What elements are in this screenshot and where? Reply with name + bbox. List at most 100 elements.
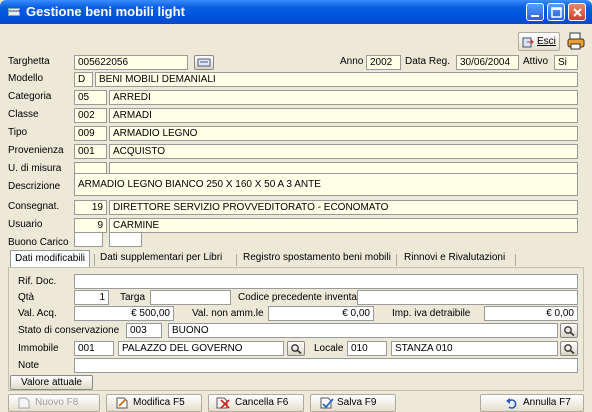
classe-desc-field[interactable]: ARMADI [109,108,578,123]
note-field[interactable] [74,358,578,373]
tipo-desc-field[interactable]: ARMADIO LEGNO [109,126,578,141]
targa-label: Targa [120,292,146,303]
usuario-code-field[interactable]: 9 [74,218,107,233]
annulla-button[interactable]: Annulla F7 [480,394,584,412]
immobile-code-field[interactable]: 001 [74,341,114,356]
immobile-search-button[interactable] [287,341,305,356]
consegnat-code-field[interactable]: 19 [74,200,107,215]
nuovo-button[interactable]: Nuovo F8 [8,394,100,412]
immobile-label: Immobile [18,343,59,354]
val-acq-field[interactable]: € 500,00 [74,306,174,321]
provenienza-label: Provenienza [8,145,64,156]
classe-code-field[interactable]: 002 [74,108,107,123]
imp-iva-label: Imp. iva detraibile [392,308,471,319]
modello-desc-field[interactable]: BENI MOBILI DEMANIALI [95,72,578,87]
search-icon [564,326,575,337]
anno-label: Anno [340,56,364,67]
rif-doc-label: Rif. Doc. [18,276,57,287]
print-button[interactable] [566,31,586,51]
title-bar[interactable]: ==== Gestione beni mobili light [0,0,592,24]
consegnat-desc-field[interactable]: DIRETTORE SERVIZIO PROVVEDITORATO - ECON… [109,200,578,215]
classe-label: Classe [8,109,39,120]
attivo-field[interactable]: Si [554,55,578,70]
tab-dati-modificabili[interactable]: Dati modificabili [10,250,91,268]
buono-carico-label: Buono Carico [8,237,69,248]
printer-icon [567,32,585,50]
codice-precedente-field[interactable] [357,290,578,305]
targhetta-lookup-button[interactable] [194,55,214,70]
modifica-button[interactable]: Modifica F5 [106,394,202,412]
minimize-button[interactable] [526,3,544,21]
locale-search-button[interactable] [560,341,578,356]
esci-button[interactable]: Esci [518,32,560,51]
targa-field[interactable] [150,290,231,305]
targhetta-label: Targhetta [8,56,50,67]
stato-conservazione-label: Stato di conservazione [18,325,120,336]
close-button[interactable] [568,3,586,21]
main-window: ==== Gestione beni mobili light Esci Tar… [0,0,592,412]
data-reg-label: Data Reg. [405,56,451,67]
descrizione-field[interactable]: ARMADIO LEGNO BIANCO 250 X 160 X 50 A 3 … [74,173,578,196]
stato-desc-field[interactable]: BUONO [168,323,558,338]
tipo-code-field[interactable]: 009 [74,126,107,141]
keyboard-icon [197,58,211,67]
categoria-code-field[interactable]: 05 [74,90,107,105]
data-reg-field[interactable]: 30/06/2004 [456,55,519,70]
qta-field[interactable]: 1 [74,290,109,305]
categoria-desc-field[interactable]: ARREDI [109,90,578,105]
anno-field[interactable]: 2002 [366,55,401,70]
search-icon [291,344,302,355]
tab-registro-spostamento[interactable]: Registro spostamento beni mobili [243,250,391,268]
cancella-button[interactable]: Cancella F6 [208,394,304,412]
consegnat-label: Consegnat. [8,201,60,212]
tab-divider [236,254,237,266]
undo-icon [506,398,517,409]
salva-button[interactable]: Salva F9 [310,394,396,412]
modello-label: Modello [8,73,44,84]
descrizione-label: Descrizione [8,181,61,192]
search-icon [564,344,575,355]
maximize-button[interactable] [547,3,565,21]
stato-code-field[interactable]: 003 [126,323,162,338]
imp-iva-field[interactable]: € 0,00 [484,306,578,321]
tab-dati-supplementari[interactable]: Dati supplementari per Libri [100,250,222,268]
edit-icon [116,397,128,409]
rif-doc-field[interactable] [74,274,578,289]
val-non-amm-label: Val. non amm.le [192,308,264,319]
tab-rinnovi-rivalutazioni[interactable]: Rinnovi e Rivalutazioni [404,250,505,268]
categoria-label: Categoria [8,91,52,102]
app-icon: ==== [8,8,21,16]
stato-search-button[interactable] [560,323,578,338]
locale-label: Locale [314,343,344,354]
annulla-label: Annulla F7 [523,397,571,408]
qta-label: Qtà [18,292,35,303]
modello-code-field[interactable]: D [74,72,93,87]
maximize-icon [551,7,562,18]
locale-code-field[interactable]: 010 [347,341,387,356]
tab-divider [94,254,95,266]
note-label: Note [18,360,40,371]
codice-precedente-label: Codice precedente inventario [238,292,369,303]
exit-icon [522,37,534,48]
esci-label: Esci [537,36,556,47]
buono-carico-field-1[interactable] [74,232,103,247]
unita-misura-label: U. di misura [8,163,62,174]
attivo-label: Attivo [523,56,549,67]
targhetta-field[interactable]: 005622056 [74,55,188,70]
val-acq-label: Val. Acq. [18,308,57,319]
locale-desc-field[interactable]: STANZA 010 [391,341,558,356]
salva-label: Salva F9 [337,397,377,408]
usuario-desc-field[interactable]: CARMINE [109,218,578,233]
buono-carico-field-2[interactable] [109,232,142,247]
provenienza-desc-field[interactable]: ACQUISTO [109,144,578,159]
minimize-icon [531,15,539,17]
usuario-label: Usuario [8,219,43,230]
immobile-desc-field[interactable]: PALAZZO DEL GOVERNO [118,341,284,356]
tab-divider [515,254,516,266]
window-title: Gestione beni mobili light [26,4,185,19]
cancella-label: Cancella F6 [235,397,289,408]
val-non-amm-field[interactable]: € 0,00 [268,306,374,321]
nuovo-label: Nuovo F8 [35,397,79,408]
provenienza-code-field[interactable]: 001 [74,144,107,159]
valore-attuale-button[interactable]: Valore attuale [10,375,93,390]
